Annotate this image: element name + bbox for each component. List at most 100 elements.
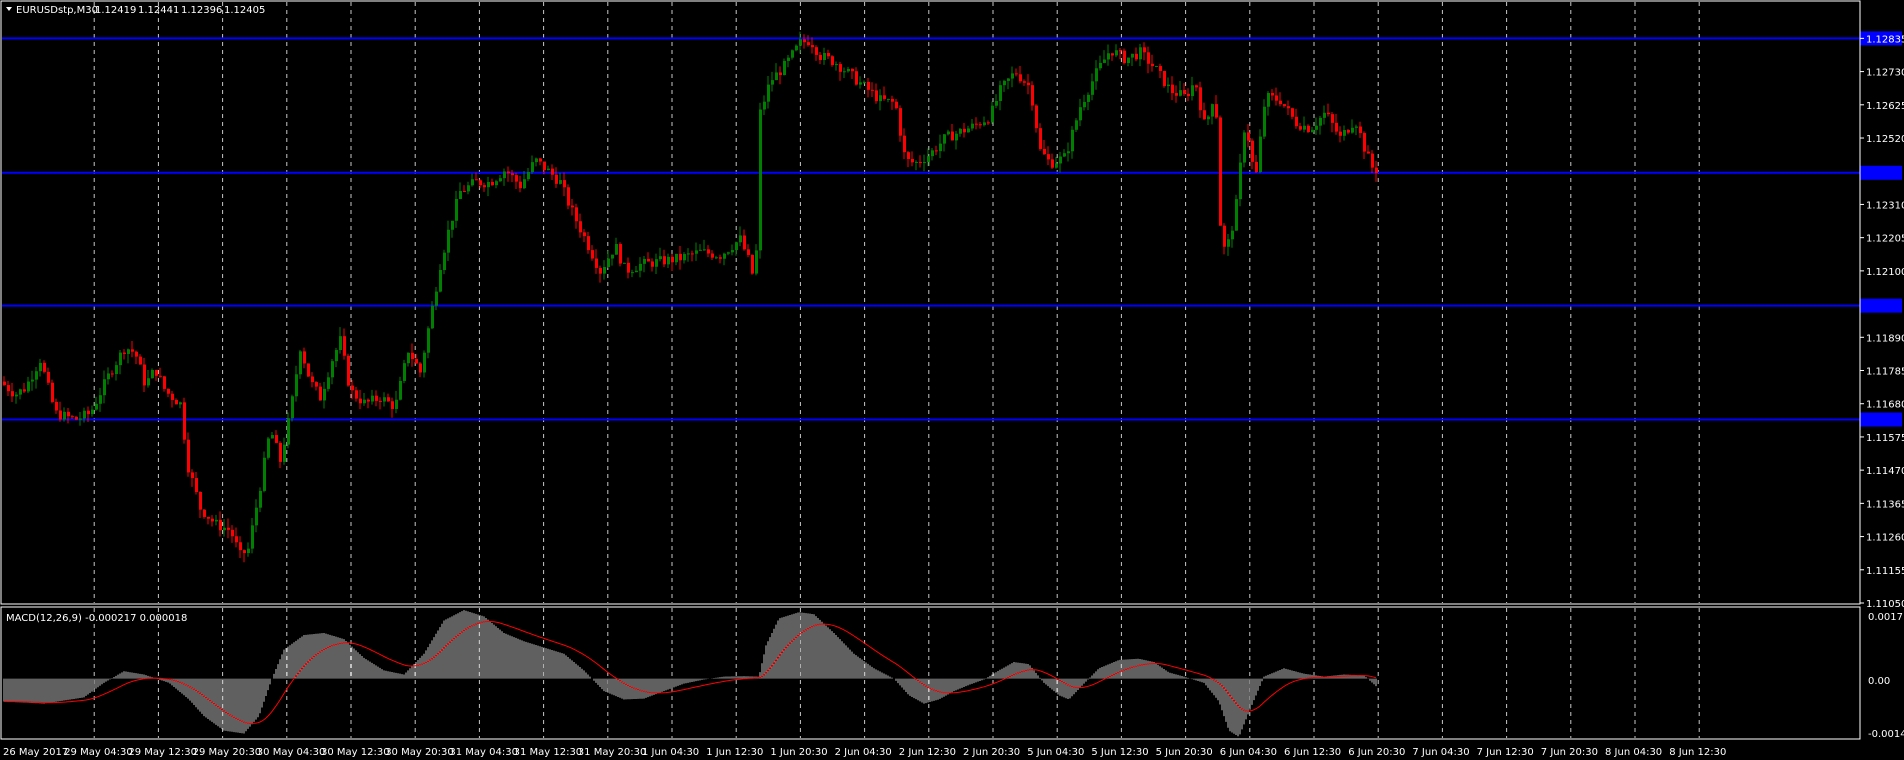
candle-bear — [491, 181, 494, 186]
candle-bear — [1043, 148, 1046, 155]
candle-bull — [1355, 126, 1358, 128]
candle-bull — [535, 158, 538, 163]
candle-bear — [1143, 47, 1146, 53]
time-tick-label: 30 May 20:30 — [385, 747, 454, 758]
candle-bull — [467, 185, 470, 192]
time-tick-label: 5 Jun 20:30 — [1156, 747, 1213, 758]
candle-bull — [795, 45, 798, 51]
price-tick-label: 1.11365 — [1866, 499, 1904, 510]
candle-bear — [1271, 93, 1274, 96]
price-tick-label: 1.11155 — [1866, 566, 1904, 577]
candle-bull — [1227, 239, 1230, 247]
candle-bull — [1003, 80, 1006, 86]
candle-bull — [1139, 47, 1142, 60]
candle-bull — [859, 82, 862, 85]
candle-bull — [439, 270, 442, 292]
candle-bear — [319, 386, 322, 401]
price-tick-label: 1.12730 — [1866, 68, 1904, 79]
candle-bear — [415, 359, 418, 364]
candle-bear — [919, 161, 922, 163]
candle-bear — [163, 376, 166, 389]
candle-bull — [971, 123, 974, 129]
candle-bear — [1279, 100, 1282, 105]
time-tick-label: 8 Jun 04:30 — [1605, 747, 1662, 758]
candle-bear — [551, 168, 554, 175]
candle-bull — [263, 457, 266, 491]
candle-bear — [483, 185, 486, 188]
candle-bull — [931, 150, 934, 157]
time-tick-label: 2 Jun 04:30 — [835, 747, 892, 758]
candle-bear — [135, 351, 138, 357]
candle-bear — [975, 123, 978, 125]
candle-bear — [1147, 52, 1150, 64]
candle-bear — [159, 375, 162, 377]
candle-bull — [247, 548, 250, 554]
candle-bear — [1123, 50, 1126, 64]
candle-bull — [35, 371, 38, 380]
candle-bear — [679, 253, 682, 261]
candle-bear — [375, 395, 378, 401]
candle-bull — [1303, 125, 1306, 130]
candle-bear — [871, 89, 874, 91]
candle-bear — [899, 108, 902, 136]
candle-bear — [347, 355, 350, 386]
candle-bull — [527, 172, 530, 180]
candle-bull — [983, 122, 986, 126]
candle-bear — [711, 253, 714, 258]
symbol-header[interactable]: EURUSDstp,M30 1.12419 1.12441 1.12396 1.… — [6, 5, 265, 16]
candle-bear — [55, 401, 58, 411]
candle-bear — [543, 161, 546, 171]
candle-bull — [879, 95, 882, 102]
candle-bear — [691, 253, 694, 255]
candle-bear — [579, 221, 582, 233]
candle-bear — [315, 382, 318, 387]
candle-bull — [727, 252, 730, 254]
candle-bear — [87, 410, 90, 415]
candle-bull — [959, 128, 962, 134]
candle-bull — [655, 259, 658, 267]
candle-bull — [119, 352, 122, 366]
candle-bear — [987, 122, 990, 124]
price-tick-label: 1.12205 — [1866, 234, 1904, 245]
candle-bull — [1095, 68, 1098, 82]
time-tick-label: 8 Jun 12:30 — [1669, 747, 1726, 758]
candle-bull — [775, 72, 778, 81]
candle-bear — [195, 478, 198, 492]
candle-bull — [455, 198, 458, 221]
candle-bull — [487, 181, 490, 188]
trading-chart[interactable]: EURUSDstp,M30 1.12419 1.12441 1.12396 1.… — [0, 0, 1904, 760]
candle-bear — [1371, 153, 1374, 168]
candle-bull — [835, 64, 838, 66]
candle-bull — [1263, 106, 1266, 137]
time-tick-label: 6 Jun 12:30 — [1284, 747, 1341, 758]
time-tick-label: 2 Jun 12:30 — [899, 747, 956, 758]
candle-bear — [1047, 154, 1050, 160]
candle-bull — [735, 242, 738, 251]
time-tick-label: 1 Jun 12:30 — [706, 747, 763, 758]
candle-bear — [1203, 110, 1206, 120]
macd-scale-zero: 0.00 — [1868, 676, 1890, 687]
candle-bull — [999, 85, 1002, 101]
candle-bear — [563, 180, 566, 188]
candle-bear — [1019, 74, 1022, 82]
candle-bull — [887, 98, 890, 100]
candle-bull — [675, 253, 678, 263]
candle-bull — [763, 101, 766, 110]
candle-bear — [67, 411, 70, 417]
candle-bull — [1351, 127, 1354, 133]
candle-bull — [283, 444, 286, 462]
candle-bull — [471, 179, 474, 186]
candle-bull — [1239, 162, 1242, 200]
candle-bear — [391, 401, 394, 409]
candle-bear — [1175, 93, 1178, 96]
candle-bear — [183, 402, 186, 440]
candle-bear — [599, 267, 602, 274]
candle-bear — [519, 181, 522, 189]
candle-bear — [1291, 108, 1294, 117]
candle-bull — [1067, 151, 1070, 154]
macd-scale-bottom: -0.001427 — [1868, 729, 1904, 740]
candle-bull — [947, 131, 950, 135]
time-tick-label: 6 Jun 04:30 — [1220, 747, 1277, 758]
candle-bear — [1347, 130, 1350, 133]
candle-bear — [803, 39, 806, 43]
